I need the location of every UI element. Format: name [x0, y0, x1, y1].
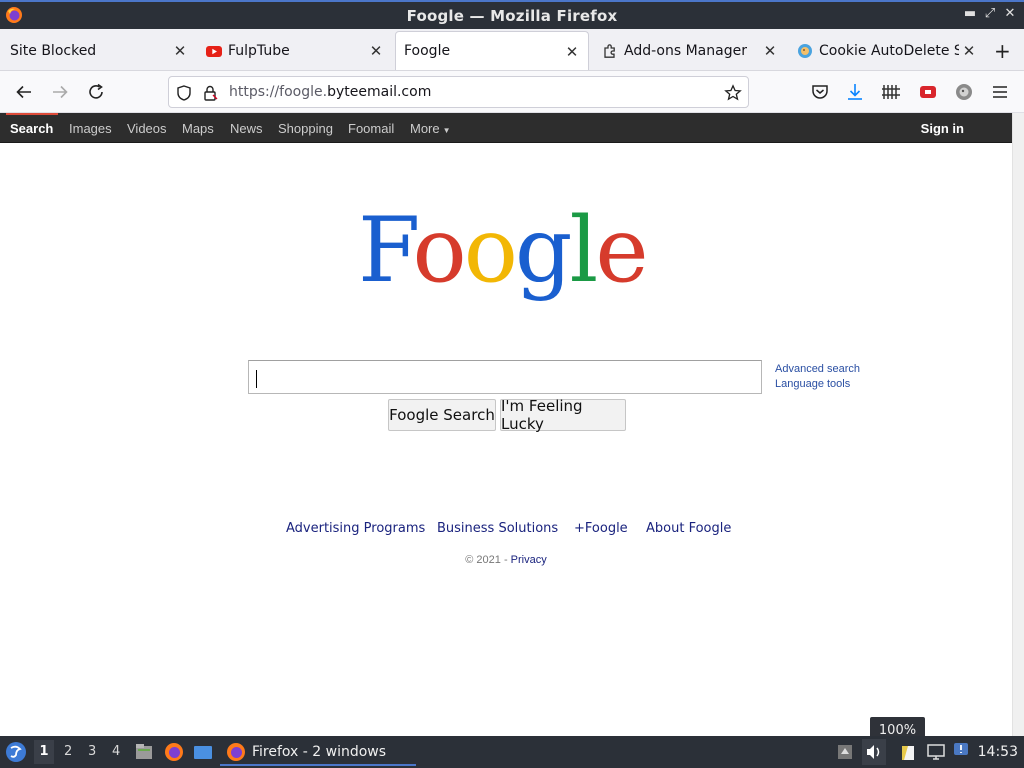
- copyright-text: © 2021 -: [465, 554, 511, 566]
- active-link-indicator: [6, 113, 58, 115]
- logo-letter: g: [515, 198, 570, 303]
- tray-up-arrow-icon[interactable]: [835, 742, 855, 762]
- logo-letter: F: [358, 198, 417, 303]
- tab-foogle[interactable]: Foogle ✕: [395, 31, 589, 70]
- close-tab-icon[interactable]: ✕: [961, 42, 977, 60]
- firefox-launcher-icon[interactable]: [164, 742, 184, 762]
- hamburger-menu-icon[interactable]: [989, 81, 1011, 103]
- tab-label: Foogle: [404, 43, 451, 59]
- puzzle-icon: [604, 43, 615, 58]
- taskbar-window-label: Firefox - 2 windows: [252, 743, 387, 760]
- close-window-button[interactable]: ✕: [1003, 6, 1017, 22]
- tab-label: Cookie AutoDelete S: [819, 42, 959, 59]
- topbar-link-foomail[interactable]: Foomail: [348, 121, 394, 136]
- volume-speaker-icon[interactable]: [862, 739, 886, 765]
- close-tab-icon[interactable]: ✕: [368, 42, 384, 60]
- sign-in-link[interactable]: Sign in: [921, 121, 964, 136]
- tab-strip: Site Blocked ✕ FulpTube ✕ Foogle ✕ Add-o…: [0, 29, 1024, 71]
- window-title: Foogle — Mozilla Firefox: [406, 7, 618, 25]
- tab-fulptube[interactable]: FulpTube ✕: [198, 31, 392, 70]
- url-domain: byteemail.com: [327, 84, 432, 100]
- topbar-link-search[interactable]: Search: [10, 121, 53, 136]
- logo-letter: e: [595, 198, 645, 303]
- url-scheme: https://foogle.: [229, 84, 328, 100]
- network-monitor-icon[interactable]: [926, 742, 946, 762]
- minimize-button[interactable]: ▬: [963, 6, 977, 22]
- back-arrow-icon[interactable]: [13, 81, 35, 103]
- pocket-icon[interactable]: [809, 81, 831, 103]
- taskbar: 1 2 3 4 Firefox - 2 windows 14:53: [0, 736, 1024, 768]
- tab-addons-manager[interactable]: Add-ons Manager ✕: [592, 31, 786, 70]
- dropdown-caret-icon: ▼: [442, 126, 451, 135]
- youtube-icon: [206, 45, 222, 57]
- advanced-search-link[interactable]: Advanced search: [775, 363, 860, 375]
- topbar-link-shopping[interactable]: Shopping: [278, 121, 333, 136]
- navigation-toolbar: https://foogle.byteemail.com: [0, 71, 1024, 113]
- close-tab-icon[interactable]: ✕: [762, 42, 778, 60]
- close-tab-icon[interactable]: ✕: [564, 43, 580, 61]
- workspace-1[interactable]: 1: [34, 740, 54, 764]
- firefox-window-icon: [227, 742, 245, 761]
- clock: 14:53: [977, 744, 1018, 760]
- language-tools-link[interactable]: Language tools: [775, 378, 850, 390]
- workspace-3[interactable]: 3: [88, 744, 96, 759]
- topbar-link-maps[interactable]: Maps: [182, 121, 214, 136]
- url-text[interactable]: https://foogle.byteemail.com: [229, 84, 431, 100]
- reload-icon[interactable]: [85, 81, 107, 103]
- topbar-link-images[interactable]: Images: [69, 121, 112, 136]
- tab-label: Site Blocked: [10, 42, 97, 59]
- tab-label: FulpTube: [228, 42, 290, 59]
- topbar-link-videos[interactable]: Videos: [127, 121, 167, 136]
- logo-letter: l: [570, 198, 597, 303]
- tab-cookie-autodelete[interactable]: Cookie AutoDelete S ✕: [789, 31, 985, 70]
- footer-link-advertising[interactable]: Advertising Programs: [286, 521, 425, 536]
- foogle-logo-wordmark: Foogle: [358, 198, 649, 303]
- cookie-icon: [798, 43, 812, 58]
- foogle-logo: Foogle: [356, 195, 656, 325]
- topbar-link-more[interactable]: More ▼: [410, 121, 451, 136]
- foogle-top-bar: Search Images Videos Maps News Shopping …: [0, 113, 1012, 143]
- url-bar[interactable]: https://foogle.byteemail.com: [168, 76, 749, 108]
- show-desktop-icon[interactable]: [193, 742, 213, 762]
- privacy-link[interactable]: Privacy: [511, 554, 547, 566]
- close-tab-icon[interactable]: ✕: [172, 42, 188, 60]
- taskbar-window-firefox[interactable]: Firefox - 2 windows: [220, 739, 416, 766]
- topbar-link-news[interactable]: News: [230, 121, 263, 136]
- footer-link-plus-foogle[interactable]: +Foogle: [574, 521, 628, 536]
- file-manager-icon[interactable]: [134, 742, 154, 762]
- start-menu-icon[interactable]: [5, 741, 27, 763]
- more-label: More: [410, 121, 440, 136]
- footer-link-business[interactable]: Business Solutions: [437, 521, 558, 536]
- search-input[interactable]: [248, 360, 762, 394]
- bookmark-star-icon[interactable]: [724, 84, 742, 102]
- clipboard-notes-icon[interactable]: [898, 742, 918, 762]
- footer-link-about[interactable]: About Foogle: [646, 521, 731, 536]
- desktop-screen: Foogle — Mozilla Firefox ▬ ⤢ ✕ Site Bloc…: [0, 0, 1024, 768]
- new-tab-button[interactable]: +: [994, 39, 1011, 63]
- feeling-lucky-button[interactable]: I'm Feeling Lucky: [500, 397, 626, 433]
- tab-label: Add-ons Manager: [624, 42, 747, 59]
- workspace-2[interactable]: 2: [64, 744, 72, 759]
- foogle-search-button[interactable]: Foogle Search: [388, 399, 496, 431]
- workspace-4[interactable]: 4: [112, 744, 120, 759]
- logo-letter: o: [413, 198, 464, 303]
- svg-text:Foogle: Foogle: [358, 198, 646, 303]
- tab-site-blocked[interactable]: Site Blocked ✕: [0, 31, 196, 70]
- download-icon[interactable]: [844, 81, 866, 103]
- copyright-line: © 2021 - Privacy: [0, 554, 1012, 566]
- extension-red-icon[interactable]: [917, 81, 939, 103]
- vertical-scrollbar[interactable]: [1012, 113, 1024, 736]
- window-titlebar[interactable]: Foogle — Mozilla Firefox ▬ ⤢ ✕: [0, 0, 1024, 29]
- maximize-button[interactable]: ⤢: [983, 6, 997, 22]
- library-icon[interactable]: [880, 81, 902, 103]
- logo-letter: o: [464, 198, 515, 303]
- tracking-shield-icon[interactable]: [175, 84, 193, 102]
- forward-arrow-icon[interactable]: [49, 81, 71, 103]
- cookie-autodelete-extension-icon[interactable]: [953, 81, 975, 103]
- lock-icon[interactable]: [201, 84, 219, 102]
- text-caret: [256, 370, 257, 388]
- notification-info-icon[interactable]: [952, 740, 972, 760]
